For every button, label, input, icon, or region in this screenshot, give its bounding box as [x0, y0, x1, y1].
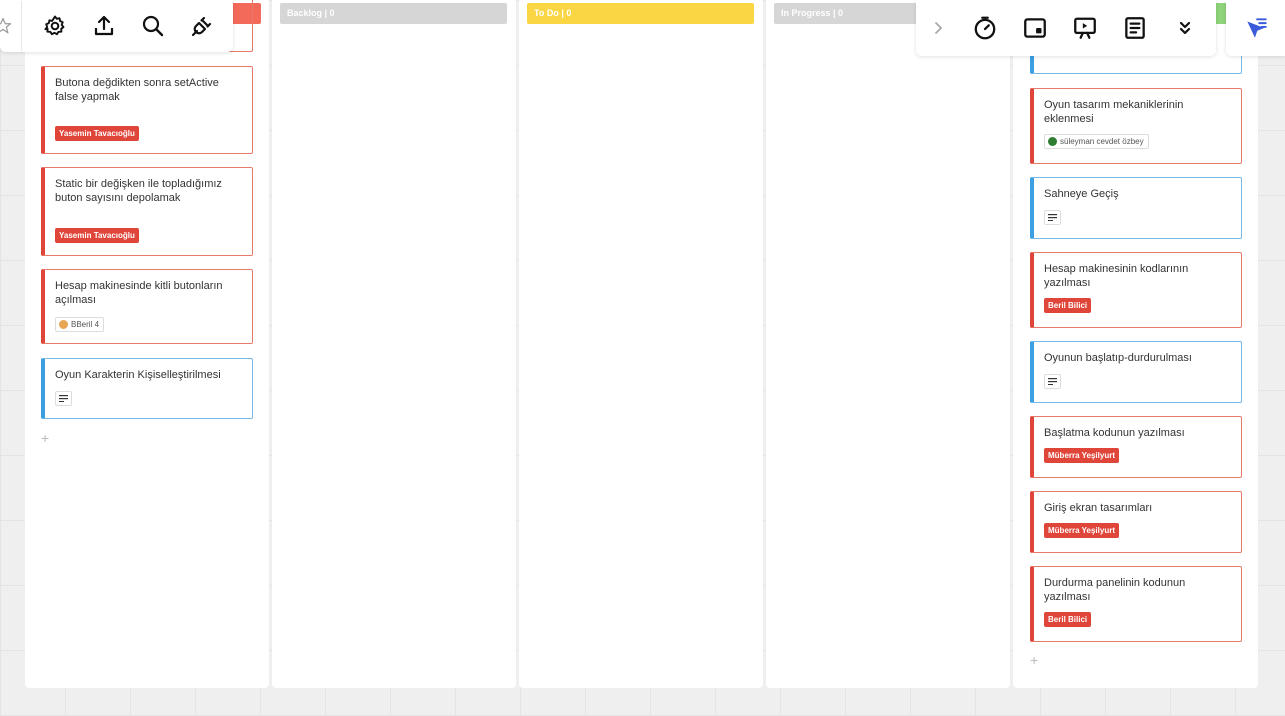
- presentation-icon[interactable]: [1060, 3, 1110, 53]
- cursor-filter-icon: [1246, 18, 1267, 38]
- assignee-tag: Müberra Yeşilyurt: [1044, 523, 1119, 538]
- card-title: Sahneye Geçiş: [1044, 188, 1119, 200]
- plugin-icon[interactable]: [177, 1, 226, 51]
- column-1: Butona değdikten sonra setActive false y…: [25, 0, 269, 688]
- search-icon[interactable]: [128, 1, 177, 51]
- description-icon: [55, 391, 72, 406]
- user-name: BBeril 4: [71, 320, 100, 329]
- card-title: Oyunun başlatıp-durdurulması: [1044, 352, 1192, 364]
- timer-icon[interactable]: [960, 3, 1010, 53]
- document-icon[interactable]: [1110, 3, 1160, 53]
- column-backlog: Backlog | 0: [272, 0, 516, 688]
- card-title: Oyun Karakterin Kişiselleştirilmesi: [55, 369, 221, 381]
- card-icon[interactable]: [1010, 3, 1060, 53]
- card[interactable]: Static bir değişken ile topladığımız but…: [41, 167, 253, 256]
- card-title: Oyun tasarım mekaniklerinin eklenmesi: [1044, 99, 1184, 125]
- user-chip: süleyman cevdet özbey: [1044, 134, 1149, 149]
- cursor-filter-button[interactable]: [1226, 0, 1285, 56]
- assignee-tag: Müberra Yeşilyurt: [1044, 448, 1119, 463]
- card-title: Başlatma kodunun yazılması: [1044, 427, 1185, 439]
- column-backlog-header[interactable]: Backlog | 0: [280, 3, 507, 24]
- avatar: [59, 320, 68, 329]
- card-title: Durdurma panelinin kodunun yazılması: [1044, 577, 1186, 603]
- card-title: Hesap makinesinin kodlarının yazılması: [1044, 263, 1189, 289]
- avatar: [1048, 137, 1057, 146]
- star-icon[interactable]: [0, 1, 22, 51]
- card-title: Butona değdikten sonra setActive false y…: [55, 77, 219, 103]
- card[interactable]: Giriş ekran tasarımları Müberra Yeşilyur…: [1030, 491, 1242, 553]
- assignee-tag: Yasemin Tavacıoğlu: [55, 126, 139, 141]
- card[interactable]: Hesap makinesinin kodlarının yazılması B…: [1030, 252, 1242, 328]
- card[interactable]: Başlatma kodunun yazılması Müberra Yeşil…: [1030, 416, 1242, 478]
- assignee-tag: Yasemin Tavacıoğlu: [55, 228, 139, 243]
- column-todo: To Do | 0: [519, 0, 763, 688]
- right-toolbar: [916, 0, 1216, 56]
- column-in-progress: In Progress | 0: [766, 0, 1010, 688]
- user-name: süleyman cevdet özbey: [1060, 137, 1144, 146]
- card[interactable]: Oyun Karakterin Kişiselleştirilmesi: [41, 358, 253, 419]
- card[interactable]: Sahneye Geçiş: [1030, 177, 1242, 239]
- add-card-button[interactable]: +: [1030, 652, 1038, 668]
- upload-icon[interactable]: [79, 1, 128, 51]
- column-5: Oyun tasarım mekaniklerinin eklenmesi sü…: [1013, 0, 1258, 688]
- kanban-board: Butona değdikten sonra setActive false y…: [25, 0, 1258, 688]
- chevron-right-icon[interactable]: [916, 0, 960, 56]
- description-icon: [1044, 374, 1061, 389]
- description-icon: [1044, 210, 1061, 225]
- column-todo-header[interactable]: To Do | 0: [527, 3, 754, 24]
- settings-icon[interactable]: [30, 1, 79, 51]
- assignee-tag: Beril Bilici: [1044, 298, 1092, 313]
- user-chip: BBeril 4: [55, 317, 105, 332]
- card[interactable]: Oyunun başlatıp-durdurulması: [1030, 341, 1242, 403]
- card[interactable]: Hesap makinesinde kitli butonların açılm…: [41, 269, 253, 344]
- card-title: Static bir değişken ile topladığımız but…: [55, 178, 222, 204]
- add-card-button[interactable]: +: [41, 430, 49, 446]
- double-chevron-down-icon[interactable]: [1160, 3, 1210, 53]
- assignee-tag: Beril Bilici: [1044, 612, 1092, 627]
- card[interactable]: Durdurma panelinin kodunun yazılması Ber…: [1030, 566, 1242, 642]
- card-title: Hesap makinesinde kitli butonların açılm…: [55, 280, 223, 306]
- card[interactable]: Oyun tasarım mekaniklerinin eklenmesi sü…: [1030, 88, 1242, 164]
- card[interactable]: Butona değdikten sonra setActive false y…: [41, 66, 253, 154]
- card-title: Giriş ekran tasarımları: [1044, 502, 1153, 514]
- left-toolbar: [0, 0, 233, 52]
